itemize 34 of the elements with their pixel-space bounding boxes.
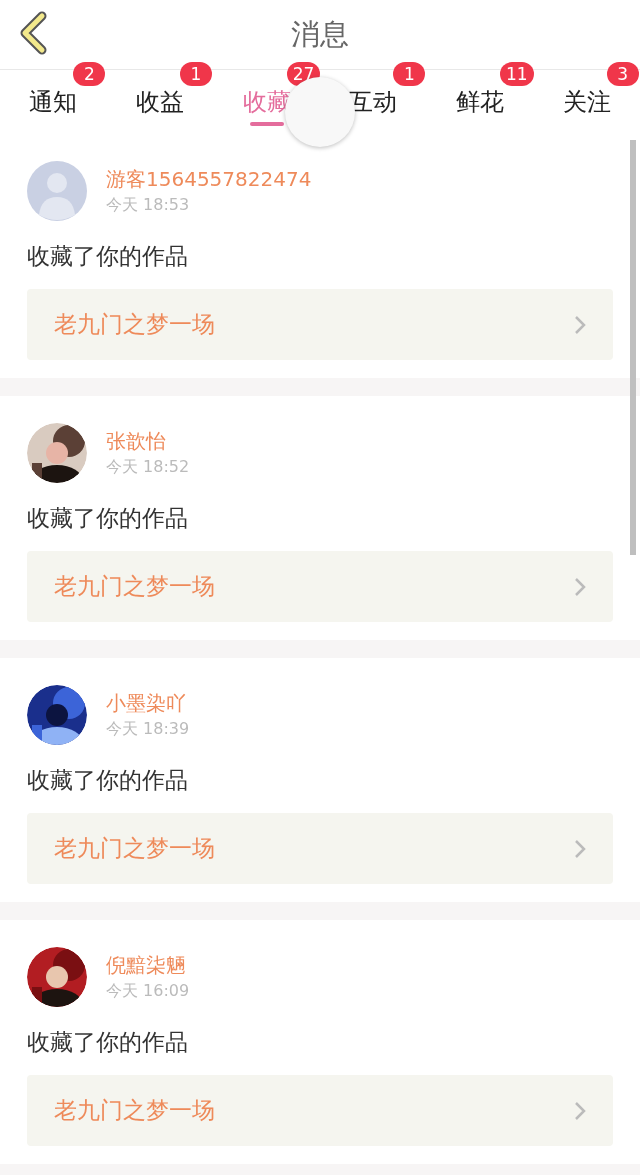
tab-underline	[249, 122, 284, 126]
message-text: 收藏了你的作品	[27, 242, 189, 271]
work-link[interactable]: 老九门之梦一场	[27, 1075, 613, 1146]
tab[interactable]: 收益	[136, 90, 184, 120]
chevron-right-icon	[574, 838, 586, 859]
chevron-right-icon	[574, 1100, 586, 1121]
work-link[interactable]: 老九门之梦一场	[27, 289, 613, 360]
user-name[interactable]: 倪黯柒魎	[106, 953, 190, 977]
count-badge: 2	[73, 62, 106, 86]
message-time: 今天 16:09	[106, 981, 190, 1001]
count-badge: 1	[393, 62, 426, 86]
chevron-right-icon	[574, 314, 586, 335]
count-badge: 3	[606, 62, 639, 86]
user-name[interactable]: 游客1564557822474	[106, 167, 312, 191]
count-badge: 11	[500, 62, 534, 86]
chevron-right-icon	[574, 576, 586, 597]
user-name[interactable]: 小墨染吖	[106, 691, 190, 715]
page-title: 消息	[291, 15, 349, 53]
tab[interactable]: 鲜花	[456, 90, 504, 120]
work-link[interactable]: 老九门之梦一场	[27, 813, 613, 884]
count-badge: 1	[180, 62, 212, 86]
tab[interactable]: 关注	[562, 90, 611, 120]
tab[interactable]: 互动	[349, 90, 398, 120]
message-time: 今天 18:39	[106, 719, 190, 739]
work-link[interactable]: 老九门之梦一场	[27, 551, 613, 622]
message-text: 收藏了你的作品	[27, 1028, 189, 1057]
back-chevron-icon	[18, 11, 48, 55]
user-name[interactable]: 张歆怡	[106, 429, 190, 453]
default-avatar-icon	[27, 161, 87, 221]
message-time: 今天 18:53	[106, 195, 191, 215]
message-text: 收藏了你的作品	[27, 504, 189, 533]
tab[interactable]: 通知	[29, 90, 78, 120]
message-time: 今天 18:52	[106, 457, 190, 477]
message-text: 收藏了你的作品	[27, 766, 189, 795]
